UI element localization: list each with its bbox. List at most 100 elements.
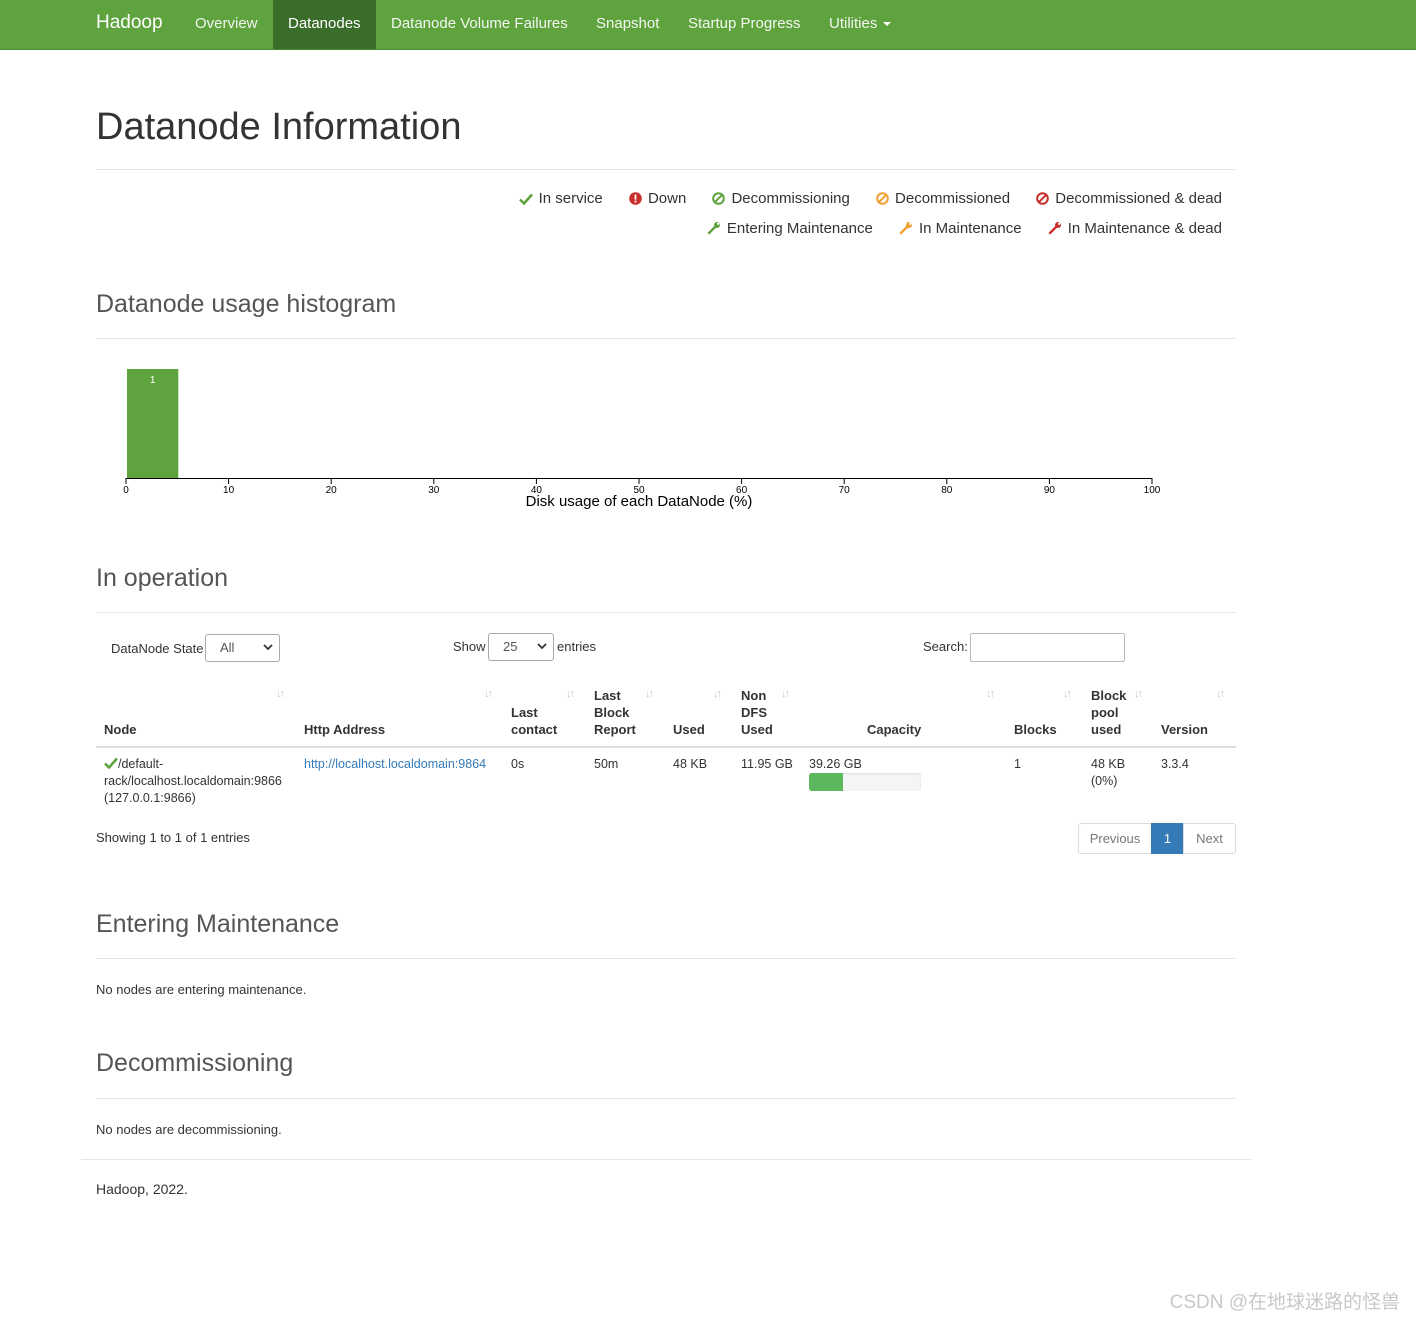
col-non-dfs-l3: Used (741, 722, 773, 737)
col-non-dfs-used[interactable]: Non DFS Used (741, 687, 773, 738)
sort-icon[interactable]: ↓↑ (1216, 688, 1225, 700)
col-non-dfs-l1: Non (741, 688, 767, 703)
decommissioning-heading: Decommissioning (96, 1049, 294, 1077)
histogram-tick-label: 90 (1044, 485, 1056, 496)
search-label: Search: (923, 639, 968, 654)
col-version[interactable]: Version (1161, 721, 1208, 738)
sort-icon[interactable]: ↓↑ (781, 688, 790, 700)
histogram-tick-label: 10 (223, 485, 235, 496)
histogram-tick-label: 80 (941, 485, 953, 496)
pagination-previous[interactable]: Previous (1078, 823, 1152, 854)
cell-node: /default- rack/localhost.localdomain:986… (104, 756, 282, 807)
col-http-address[interactable]: Http Address (304, 721, 385, 738)
sort-icon[interactable]: ↓↑ (986, 688, 995, 700)
sort-icon[interactable]: ↓↑ (713, 688, 722, 700)
col-non-dfs-l2: DFS (741, 705, 767, 720)
entering-maintenance-heading: Entering Maintenance (96, 910, 340, 938)
col-last-block-report[interactable]: Last Block Report (594, 687, 636, 738)
col-last-contact-l2: contact (511, 722, 558, 737)
wrench-icon (899, 222, 912, 235)
col-last-block-l1: Last (594, 688, 621, 703)
table-header-divider (96, 746, 1236, 748)
nav-utilities-label: Utilities (829, 15, 878, 32)
histogram-heading: Datanode usage histogram (96, 290, 397, 318)
wrench-icon (1048, 222, 1061, 235)
histogram-tick-label: 100 (1144, 485, 1161, 496)
sort-icon[interactable]: ↓↑ (566, 688, 575, 700)
legend-entering-maintenance: Entering Maintenance (707, 220, 873, 237)
legend-in-service: In service (518, 190, 603, 207)
col-node[interactable]: Node (104, 721, 137, 738)
col-block-pool-used[interactable]: Block pool used (1091, 687, 1126, 738)
histogram-bar-label: 1 (150, 375, 156, 386)
show-label: Show (453, 639, 486, 654)
sort-icon[interactable]: ↓↑ (276, 688, 285, 700)
nav-datanodes[interactable]: Datanodes (273, 0, 376, 49)
top-navbar: Hadoop Overview Datanodes Datanode Volum… (0, 0, 1416, 50)
pagination-next[interactable]: Next (1183, 823, 1236, 854)
legend-decommissioned-dead: Decommissioned & dead (1036, 190, 1222, 207)
col-last-contact-l1: Last (511, 705, 538, 720)
brand-logo[interactable]: Hadoop (96, 12, 163, 34)
col-capacity[interactable]: Capacity (867, 721, 921, 738)
histogram-tick-label: 0 (123, 485, 129, 496)
pagination-page-1[interactable]: 1 (1151, 823, 1184, 854)
footer-text: Hadoop, 2022. (96, 1181, 188, 1197)
nav-snapshot[interactable]: Snapshot (581, 0, 674, 49)
sort-icon[interactable]: ↓↑ (1134, 688, 1143, 700)
legend-decommissioning-label: Decommissioning (731, 190, 850, 207)
histogram-divider (96, 338, 1236, 339)
nav-overview[interactable]: Overview (180, 0, 273, 49)
col-block-pool-l3: used (1091, 722, 1122, 737)
col-last-block-l3: Report (594, 722, 636, 737)
ban-icon (1036, 192, 1050, 205)
legend-down: Down (629, 190, 686, 207)
in-operation-heading: In operation (96, 564, 229, 592)
col-blocks[interactable]: Blocks (1014, 721, 1057, 738)
caret-down-icon (883, 22, 892, 27)
cell-last-contact: 0s (511, 757, 525, 771)
ban-icon (876, 192, 889, 205)
title-divider (96, 169, 1236, 170)
legend-in-maintenance-dead: In Maintenance & dead (1048, 220, 1222, 237)
ban-icon (712, 192, 726, 205)
chevron-down-icon (263, 644, 273, 651)
nav-volume-failures[interactable]: Datanode Volume Failures (376, 0, 583, 49)
histogram-x-label: Disk usage of each DataNode (%) (526, 493, 753, 510)
search-input[interactable] (970, 633, 1125, 662)
legend-decommissioned-dead-label: Decommissioned & dead (1055, 190, 1222, 207)
legend-in-service-label: In service (538, 190, 603, 207)
http-address-link[interactable]: http://localhost.localdomain:9864 (304, 756, 486, 773)
legend-in-maintenance-label: In Maintenance (918, 220, 1022, 237)
legend-decommissioning: Decommissioning (712, 190, 850, 207)
legend-decommissioned: Decommissioned (876, 190, 1010, 207)
cell-version: 3.3.4 (1161, 757, 1189, 771)
legend-decommissioned-label: Decommissioned (895, 190, 1011, 207)
wrench-icon (707, 222, 720, 235)
check-icon (518, 193, 533, 206)
col-last-contact[interactable]: Last contact (511, 704, 557, 738)
col-block-pool-l1: Block (1091, 688, 1127, 703)
entering-maintenance-divider (96, 958, 1236, 959)
cell-capacity: 39.26 GB (809, 757, 862, 771)
sort-icon[interactable]: ↓↑ (1063, 688, 1072, 700)
legend-row-2: Entering Maintenance In Maintenance In M… (685, 220, 1222, 237)
nav-utilities[interactable]: Utilities (814, 0, 906, 49)
legend-in-maintenance-dead-label: In Maintenance & dead (1067, 220, 1222, 237)
nav-startup-progress[interactable]: Startup Progress (673, 0, 816, 49)
legend-in-maintenance: In Maintenance (899, 220, 1022, 237)
legend-entering-maintenance-label: Entering Maintenance (726, 220, 873, 237)
page-length-select[interactable]: 25 (488, 633, 554, 661)
cell-used: 48 KB (673, 757, 708, 771)
check-icon (104, 757, 118, 770)
legend-down-label: Down (647, 190, 687, 207)
sort-icon[interactable]: ↓↑ (645, 688, 654, 700)
page-length-value: 25 (503, 639, 518, 654)
datanode-state-select[interactable]: All (205, 634, 280, 662)
sort-icon[interactable]: ↓↑ (484, 688, 493, 700)
col-used[interactable]: Used (673, 721, 705, 738)
cell-blocks: 1 (1014, 757, 1021, 771)
legend-row-1: In service Down Decommissioning Decommis… (497, 190, 1222, 207)
col-last-block-l2: Block (594, 705, 630, 720)
cell-last-block-report: 50m (594, 757, 619, 771)
